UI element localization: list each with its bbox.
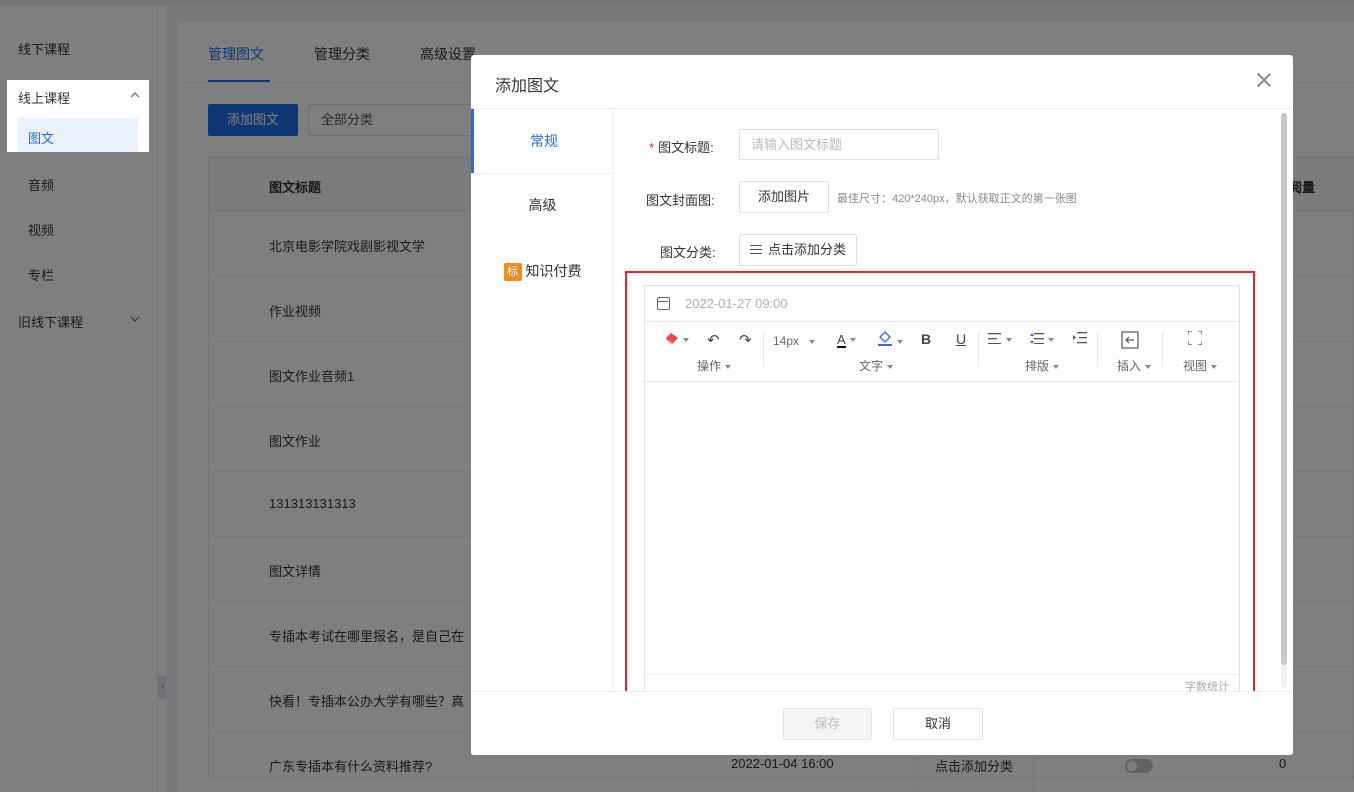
add-image-button[interactable]: 添加图片 — [739, 181, 829, 213]
cancel-button[interactable]: 取消 — [893, 708, 983, 740]
title-input[interactable]: 请输入图文标题 — [739, 129, 939, 160]
nav-tab-paid-knowledge[interactable]: 标知识付费 — [471, 261, 614, 282]
field-label-text: 图文标题: — [658, 140, 714, 155]
nav-tab-advanced-label[interactable]: 高级 — [471, 195, 614, 215]
nav-tab-general[interactable]: 常规 — [471, 109, 614, 174]
sidebar-item-online-courses[interactable]: 线上课程 — [18, 88, 140, 107]
cover-size-hint: 最佳尺寸：420*240px，默认获取正文的第一张图 — [837, 193, 1077, 205]
dialog-footer: 保存 取消 — [471, 691, 1293, 755]
add-article-dialog: 添加图文 常规 高级 标知识付费 * 图文标题: 请输入图文标题 图文封面图: 添… — [471, 55, 1293, 755]
highlight-box — [625, 271, 1255, 694]
sidebar-active-group: 线上课程 图文 — [7, 80, 149, 152]
list-icon — [749, 245, 762, 255]
nav-divider — [471, 173, 614, 174]
category-field-label: 图文分类: — [660, 245, 716, 260]
dialog-header: 添加图文 — [471, 55, 1293, 109]
nav-tab-label: 常规 — [530, 133, 558, 149]
sidebar-item-label: 线上课程 — [18, 91, 71, 106]
save-button[interactable]: 保存 — [783, 708, 872, 740]
chevron-up-icon — [130, 92, 140, 98]
dialog-title: 添加图文 — [495, 78, 560, 95]
cover-field-label: 图文封面图: — [646, 193, 715, 208]
button-label: 点击添加分类 — [767, 242, 846, 257]
sidebar-subitem-article[interactable]: 图文 — [18, 118, 138, 152]
nav-tab-label: 知识付费 — [525, 263, 582, 279]
title-field-label: * 图文标题: — [649, 140, 714, 155]
close-icon[interactable] — [1253, 69, 1275, 91]
add-category-button[interactable]: 点击添加分类 — [739, 234, 857, 266]
tag-icon: 标 — [503, 263, 522, 282]
sidebar-item-label: 图文 — [28, 131, 55, 146]
dialog-scrollbar-thumb[interactable] — [1281, 113, 1287, 665]
